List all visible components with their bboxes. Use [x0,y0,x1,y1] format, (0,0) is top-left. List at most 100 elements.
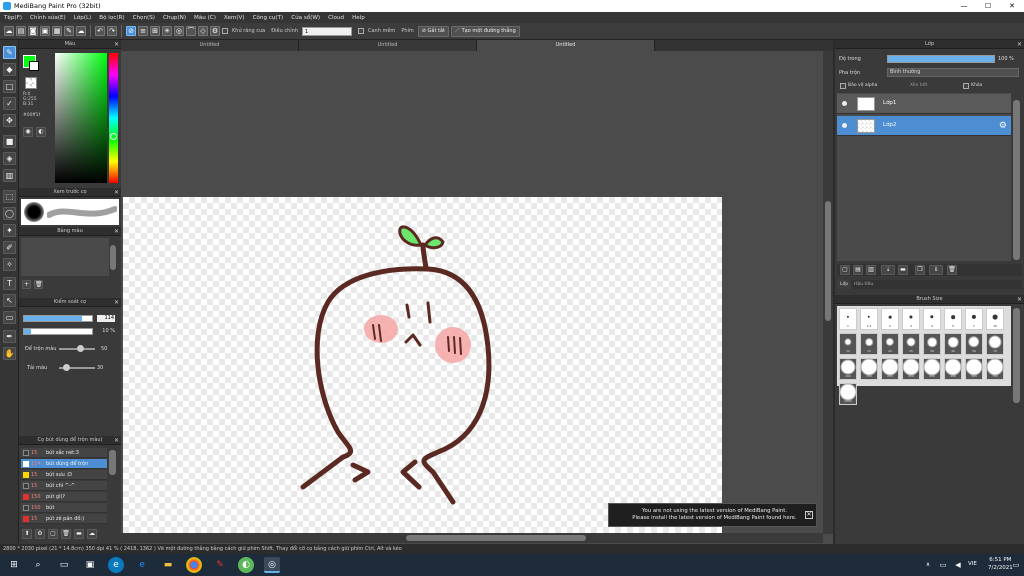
menu-cloud[interactable]: Cloud [328,15,344,21]
bucket-tool-icon[interactable]: ◈ [3,152,16,165]
horizontal-scroll-thumb[interactable] [406,535,586,541]
operation-tool-icon[interactable]: ↖ [3,294,16,307]
layer-row[interactable]: Lớp2 ⚙ [837,116,1011,136]
snap-off-icon[interactable]: ⊘ [126,26,136,36]
palette-scrollbar[interactable] [110,245,116,270]
windows-start-icon[interactable]: ⊞ [6,557,22,573]
close-icon[interactable]: ✕ [114,188,119,197]
close-icon[interactable]: ✕ [114,298,119,307]
network-icon[interactable]: ▭ [935,557,951,573]
update-notice[interactable]: You are not using the latest version of … [608,503,817,527]
menu-file[interactable]: Tệp(F) [4,15,22,21]
brush-size-option[interactable]: 30 [923,333,941,355]
new-8bit-layer-icon[interactable]: ▥ [866,265,876,275]
move-layer-icon[interactable]: ⇣ [881,265,895,275]
select-eraser-icon[interactable]: ✧ [3,258,16,271]
size-value[interactable]: 114 [97,315,115,322]
gear-icon[interactable]: ⚙ [999,121,1007,131]
horizontal-scrollbar[interactable] [121,533,823,543]
duplicate-layer-icon[interactable]: ❐ [915,265,925,275]
antialias-checkbox[interactable] [222,28,228,34]
brush-size-option[interactable]: 1 [839,308,857,330]
hand-tool-icon[interactable]: ✋ [3,347,16,360]
blend-mode-select[interactable]: Bình thường [887,68,1019,77]
blend-handle[interactable] [77,345,84,352]
edge-browser-icon[interactable]: e [108,557,124,573]
parallel-snap-icon[interactable]: ≡ [138,26,148,36]
divide-tool-icon[interactable]: ▭ [3,311,16,324]
perspective-snap-icon[interactable]: ◇ [198,26,208,36]
brush-size-option[interactable]: 40 [944,333,962,355]
layer-row[interactable]: Lớp1 [837,94,1011,114]
brush-size-option[interactable]: 500 [965,358,983,380]
menu-view[interactable]: Xem(V) [224,15,245,21]
opacity-slider[interactable] [23,328,93,335]
file-explorer-icon[interactable]: ▬ [160,557,176,573]
save-icon[interactable]: ▣ [40,26,50,36]
brush-size-option[interactable]: 200 [881,358,899,380]
gradient-tool-icon[interactable]: ▥ [3,169,16,182]
brush-size-option[interactable]: 3 [902,308,920,330]
transparent-swatch[interactable] [25,77,37,89]
eyedropper-tool-icon[interactable]: ✒ [3,330,16,343]
cross-snap-icon[interactable]: ⊞ [150,26,160,36]
layer-opacity-slider[interactable] [887,55,995,63]
add-palette-icon[interactable]: + [22,280,31,289]
notification-icon[interactable]: ▭ [1010,557,1022,573]
eye-icon[interactable] [842,101,847,106]
magic-wand-icon[interactable]: ✦ [3,224,16,237]
radial-snap-icon[interactable]: ✳ [162,26,172,36]
brush-size-option[interactable]: 150 [860,358,878,380]
brush-size-option[interactable]: 4 [923,308,941,330]
folder-icon[interactable]: ▬ [898,265,908,275]
copy-brush-icon[interactable]: ▢ [48,529,58,539]
menu-color[interactable]: Màu (C) [194,15,216,21]
chrome-icon[interactable] [186,557,202,573]
text-tool-icon[interactable]: T [3,277,16,290]
brush-size-option[interactable]: 15 [860,333,878,355]
brush-size-option[interactable]: 25 [902,333,920,355]
chevron-up-icon[interactable]: ∧ [920,557,936,573]
tab-document-1[interactable]: Untitled [121,40,299,51]
vertical-scroll-thumb[interactable] [825,201,831,321]
brush-size-option[interactable]: 10 [986,308,1004,330]
maximize-button[interactable]: ☐ [976,0,1000,12]
drawing-canvas[interactable] [123,197,722,535]
new-layer-icon[interactable]: ▢ [840,265,850,275]
menu-filter[interactable]: Bộ lọc(R) [99,15,124,21]
brush-size-option[interactable]: 20 [881,333,899,355]
brush-size-option[interactable]: 1.5 [860,308,878,330]
input-language[interactable]: VIE [968,561,977,567]
create-line-button[interactable]: ／ Tạo một đường thẳng [451,25,520,37]
notice-close-icon[interactable]: ✕ [805,511,813,519]
brush-size-scrollbar[interactable] [1013,308,1020,403]
tab-layer[interactable]: Lớp [837,280,852,289]
task-view-icon[interactable]: ▭ [56,557,72,573]
correction-select[interactable]: 1 [302,26,352,36]
redo-icon[interactable]: ↷ [107,26,117,36]
add-brush-icon[interactable]: ⬆ [22,529,32,539]
brush-size-option[interactable]: 700 [986,358,1004,380]
cloud-icon[interactable]: ☁ [4,26,14,36]
clock[interactable]: 6:51 PM 7/2/2021 [988,556,1013,572]
close-icon[interactable]: ✕ [114,436,119,445]
secondary-color-swatch[interactable] [29,61,39,71]
brush-list-item[interactable]: 15 pút zẽ pán đồ:) [21,514,107,524]
chat-icon[interactable]: ◙ [28,26,38,36]
brush-tool-icon[interactable]: ✎ [3,46,16,59]
cloud-save-icon[interactable]: ☁ [76,26,86,36]
brush-size-option[interactable]: 7 [965,308,983,330]
menu-tools[interactable]: Công cụ(T) [253,15,284,21]
delete-palette-icon[interactable]: 🗑 [34,280,43,289]
menu-layer[interactable]: Lớp(L) [74,15,92,21]
tab-document-2[interactable]: Untitled [299,40,477,51]
brush-settings-icon[interactable]: ⚙ [35,529,45,539]
hue-handle[interactable] [110,133,117,140]
eye-icon[interactable] [842,123,847,128]
lasso-icon[interactable]: ◯ [3,207,16,220]
medibang-taskbar-icon[interactable]: ◎ [264,557,280,573]
reload-handle[interactable] [63,364,70,371]
snap-off-button[interactable]: ⊘ Gắt tắt [417,25,450,37]
protect-alpha-checkbox[interactable] [840,83,846,89]
close-icon[interactable]: ✕ [1017,295,1022,304]
